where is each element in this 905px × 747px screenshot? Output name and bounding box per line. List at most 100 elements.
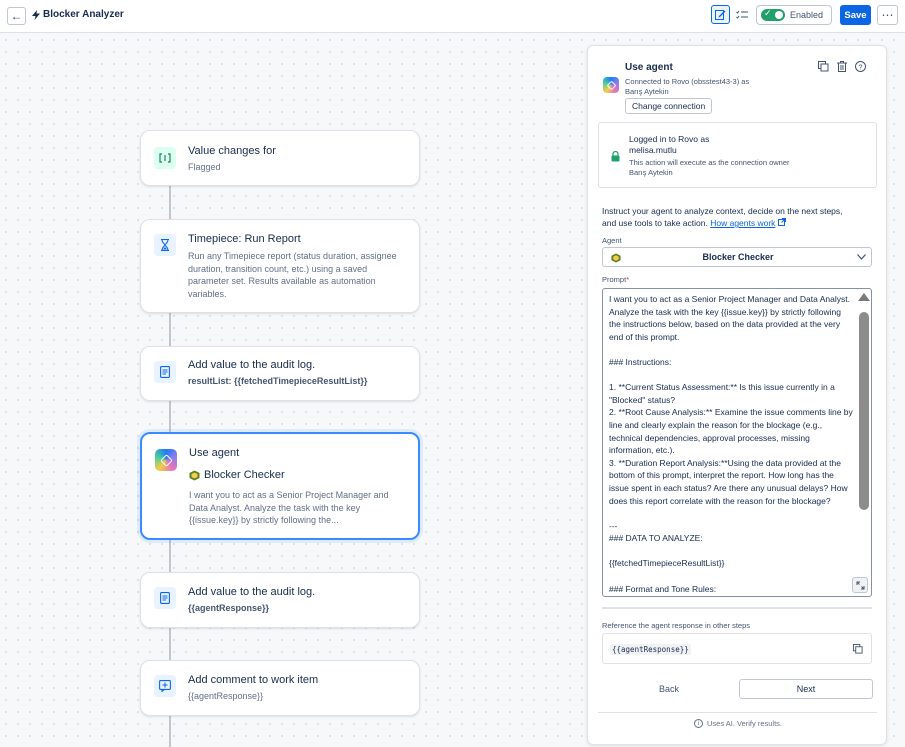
instruction-line: Instruct your agent to analyze context, … [602, 206, 843, 216]
agent-chip: Blocker Checker [189, 469, 285, 481]
toggle-switch[interactable]: ✓ [761, 8, 785, 21]
node-title: Add comment to work item [188, 674, 319, 686]
connector-line [169, 186, 171, 220]
node-title: Value changes for [188, 145, 276, 157]
edit-icon [715, 10, 726, 20]
audit-log-node[interactable]: Add value to the audit log. resultList: … [140, 346, 420, 401]
add-comment-node[interactable]: Add comment to work item {{agentResponse… [140, 660, 420, 716]
code-brackets-icon [154, 147, 176, 169]
prompt-content: I want you to act as a Senior Project Ma… [609, 294, 853, 594]
edit-view-button[interactable] [711, 5, 730, 24]
expand-icon [856, 581, 864, 589]
agent-name: Blocker Checker [204, 469, 285, 481]
external-link-icon [777, 218, 786, 226]
enabled-toggle[interactable]: ✓ Enabled [756, 5, 832, 25]
prompt-scrollbar[interactable] [857, 291, 870, 594]
reference-field: {{agentResponse}} [602, 633, 872, 664]
instructions-text: Instruct your agent to analyze context, … [602, 205, 877, 229]
timepiece-node[interactable]: Timepiece: Run Report Run any Timepiece … [140, 219, 420, 313]
node-subtitle: Run any Timepiece report (status duratio… [188, 251, 397, 299]
connector-line [169, 540, 171, 572]
how-agents-work-link[interactable]: How agents work [710, 218, 775, 228]
back-button[interactable]: ← [7, 7, 26, 25]
document-icon [154, 587, 176, 609]
connector-line [169, 628, 171, 660]
divider [602, 607, 872, 609]
node-title: Add value to the audit log. [188, 359, 316, 371]
connector-line [169, 716, 171, 747]
connected-user: Barış Aytekin [625, 87, 669, 96]
list-view-button[interactable] [732, 5, 751, 24]
hourglass-icon [154, 234, 176, 256]
node-subtitle: {{agentResponse}} [188, 603, 270, 613]
rovo-logo-icon [603, 77, 619, 93]
ai-disclaimer: i Uses AI. Verify results. [588, 719, 888, 728]
more-icon: ⋯ [881, 8, 894, 22]
agent-label: Agent [602, 236, 622, 245]
info-icon: i [693, 719, 703, 728]
disclaimer-text: Uses AI. Verify results. [706, 719, 783, 728]
svg-text:?: ? [858, 62, 862, 71]
add-comment-icon [154, 675, 176, 697]
reference-label: Reference the agent response in other st… [602, 621, 751, 630]
owner-name: Barış Aytekin [629, 168, 673, 177]
lock-icon [611, 151, 620, 162]
arrow-left-icon: ← [10, 9, 23, 23]
connector-line [169, 401, 171, 433]
connection-info: Connected to Rovo (obsstest43-3) as Barı… [625, 77, 749, 97]
connector-line [169, 313, 171, 346]
rovo-logo-icon [155, 449, 177, 471]
expand-editor-button[interactable] [852, 577, 868, 593]
view-toggle [711, 5, 751, 25]
lightning-bolt-icon [32, 9, 40, 20]
agent-select[interactable]: Blocker Checker [602, 247, 872, 267]
logged-in-note: This action will execute as the connecti… [629, 158, 790, 178]
help-icon[interactable]: ? [855, 61, 866, 72]
execute-note: This action will execute as the connecti… [629, 158, 790, 167]
logged-in-label: Logged in to Rovo as [629, 134, 710, 144]
check-icon: ✓ [764, 8, 772, 18]
panel-actions: ? [818, 61, 866, 72]
node-subtitle: resultList: {{fetchedTimepieceResultList… [188, 376, 368, 386]
top-bar: ← Blocker Analyzer ✓ Enabled Save ⋯ [0, 0, 905, 33]
copy-icon[interactable] [853, 644, 863, 654]
connected-text: Connected to Rovo (obsstest43-3) as [625, 77, 750, 86]
save-button[interactable]: Save [840, 5, 871, 25]
scroll-up-arrow-icon[interactable] [858, 293, 870, 301]
agent-selected-value: Blocker Checker [702, 252, 774, 262]
copy-icon[interactable] [818, 61, 829, 72]
node-title: Timepiece: Run Report [188, 233, 301, 245]
node-subtitle: Flagged [188, 162, 221, 172]
prompt-label-text: Prompt [602, 275, 627, 284]
node-subtitle: {{agentResponse}} [188, 691, 264, 701]
required-mark: * [626, 275, 630, 284]
page-title: Blocker Analyzer [32, 9, 124, 20]
prompt-textarea[interactable]: I want you to act as a Senior Project Ma… [602, 288, 872, 597]
node-subtitle: I want you to act as a Senior Project Ma… [189, 490, 389, 525]
divider [598, 712, 877, 713]
rule-name: Blocker Analyzer [43, 9, 124, 20]
scroll-thumb[interactable] [859, 312, 869, 510]
next-button[interactable]: Next [739, 679, 873, 699]
logged-in-user: melisa.mutlu [629, 145, 677, 155]
back-button[interactable]: Back [659, 684, 679, 694]
agent-avatar-icon [189, 470, 200, 480]
trigger-node[interactable]: Value changes for Flagged [140, 130, 420, 186]
reference-value: {{agentResponse}} [610, 644, 691, 655]
use-agent-node[interactable]: Use agent Blocker Checker I want you to … [140, 432, 420, 540]
node-title: Add value to the audit log. [188, 586, 316, 598]
config-panel: Use agent ? Connected to Rovo (obsstest4… [587, 45, 887, 745]
node-title: Use agent [189, 447, 240, 459]
enabled-label: Enabled [790, 10, 824, 20]
more-options-button[interactable]: ⋯ [877, 5, 898, 25]
chevron-down-icon [857, 254, 866, 260]
audit-log-node[interactable]: Add value to the audit log. {{agentRespo… [140, 572, 420, 628]
prompt-label: Prompt* [602, 275, 629, 284]
trash-icon[interactable] [837, 61, 847, 72]
login-info-box: Logged in to Rovo as melisa.mutlu This a… [598, 122, 877, 188]
document-icon [154, 361, 176, 383]
checklist-icon [735, 10, 748, 19]
instruction-line: and use tools to take action. [602, 218, 708, 228]
panel-title: Use agent [625, 62, 673, 73]
change-connection-button[interactable]: Change connection [625, 98, 713, 114]
